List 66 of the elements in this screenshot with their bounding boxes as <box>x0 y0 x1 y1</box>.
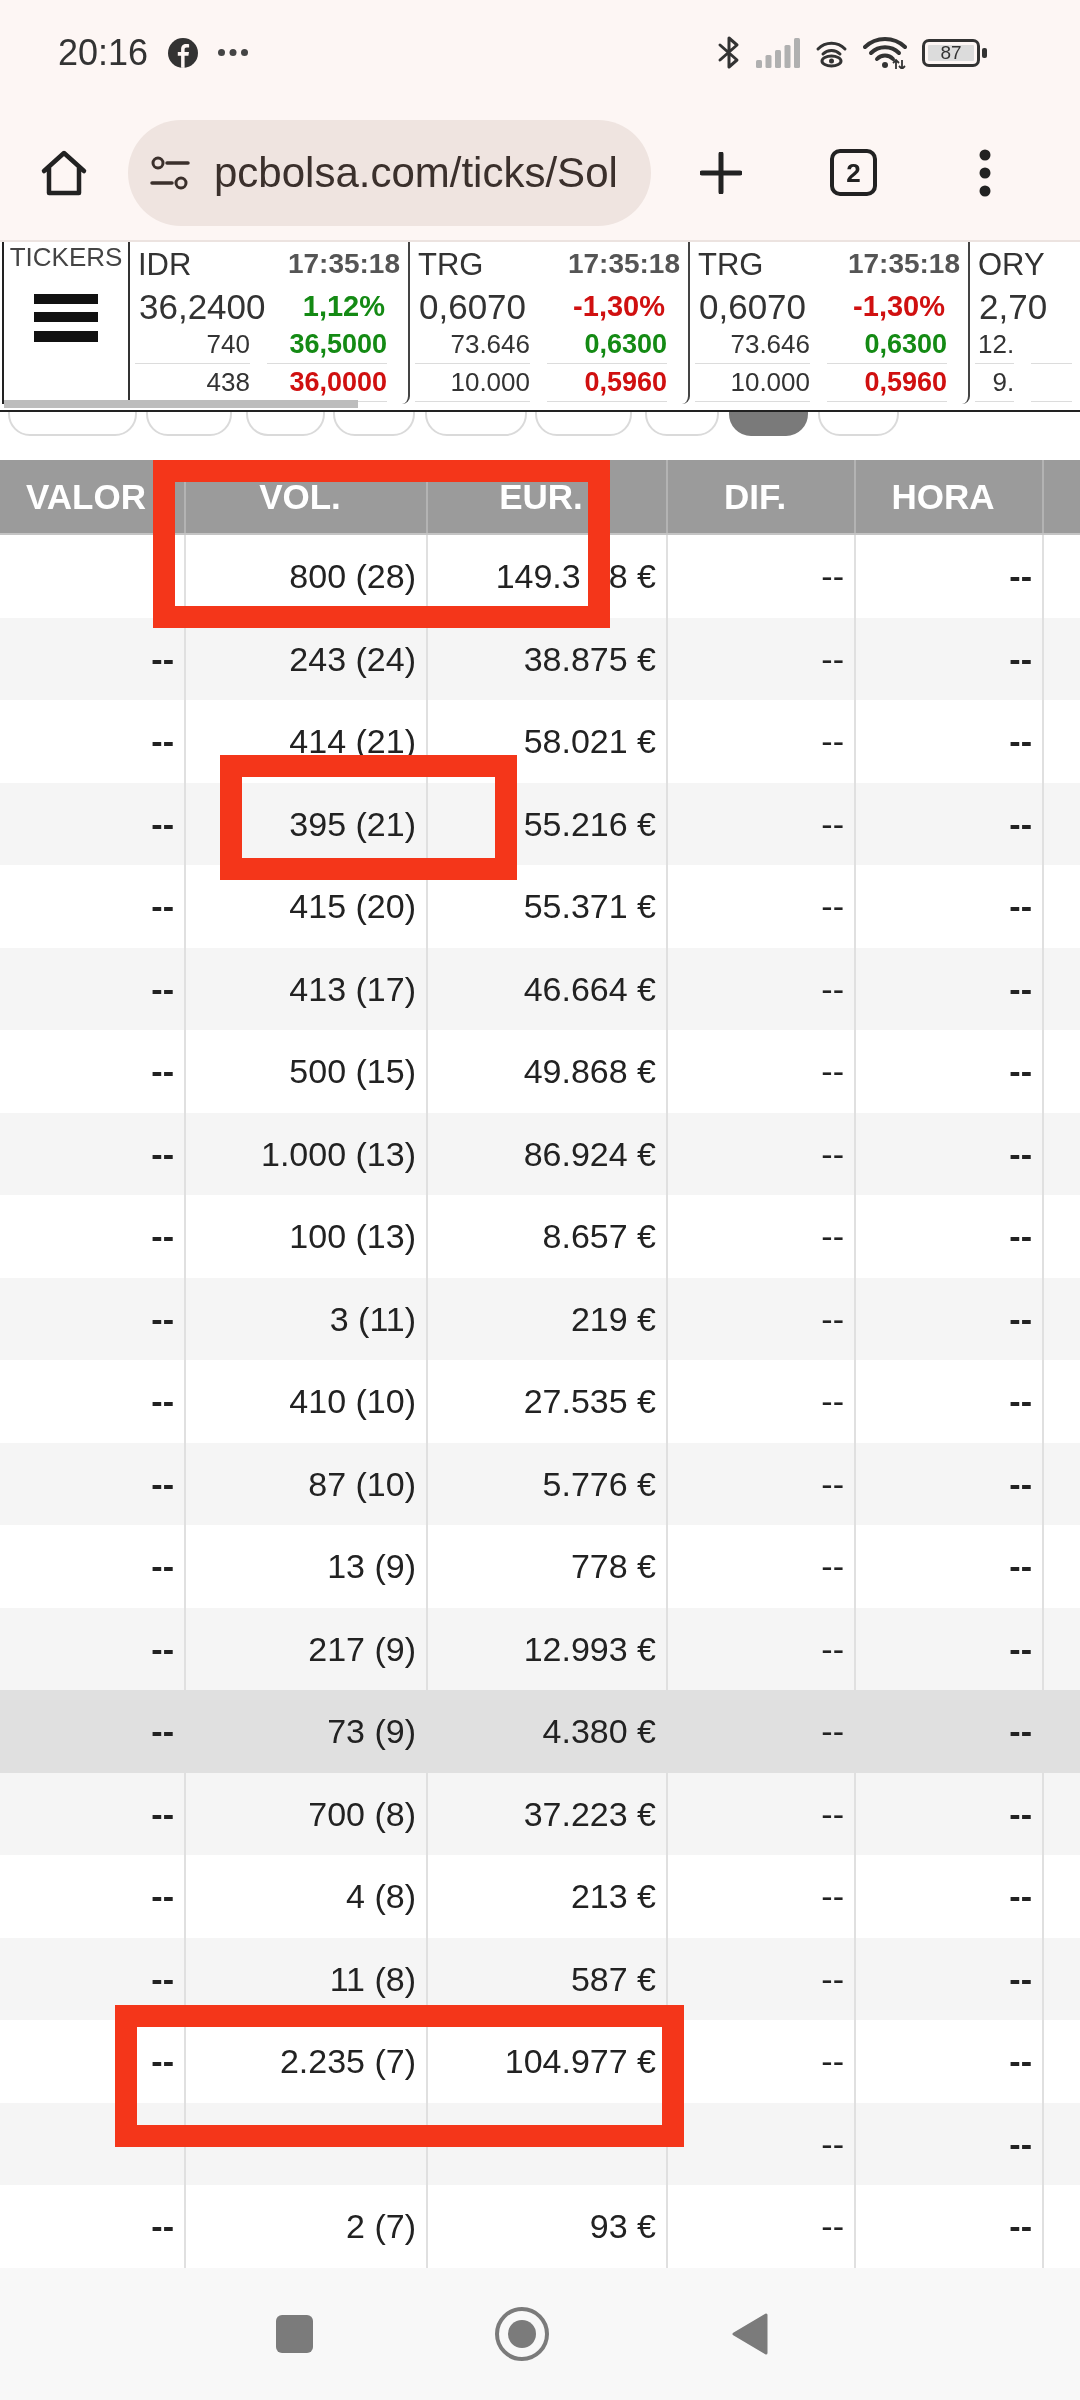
ticker-level-price: 0,6300 <box>547 326 667 364</box>
url-text[interactable]: pcbolsa.com/ticks/Sol <box>214 151 618 194</box>
tickers-label: TICKERS <box>9 244 123 270</box>
ticker-price: 0,6070 <box>419 288 527 324</box>
ticker-time: 17:35:18 <box>567 250 680 278</box>
ticker-change: -1,30% <box>573 291 665 321</box>
table-row[interactable]: -- 1.000 (13) 86.924 € -- -- <box>0 1112 1080 1195</box>
ticker-symbol: TRG <box>698 248 764 280</box>
table-row[interactable]: -- 413 (17) 46.664 € -- -- <box>0 947 1080 1030</box>
ticker-change: -1,30% <box>853 291 945 321</box>
table-row[interactable]: -- 243 (24) 38.875 € -- -- <box>0 617 1080 700</box>
home-circle-icon[interactable] <box>495 2306 549 2361</box>
ticker-price: 0,6070 <box>699 288 807 324</box>
table-row[interactable]: -- 700 (8) 37.223 € -- -- <box>0 1772 1080 1855</box>
ticker-price: 36,2400 <box>139 288 266 324</box>
ticker-volume: 12. <box>975 326 1015 364</box>
ticker-card[interactable]: TRG 17:35:18 0,6070 -1,30% 73.646 0,6300 10.000 0,5960 <box>410 242 690 404</box>
table-cell: 587 € <box>428 1937 668 2020</box>
table-row[interactable]: -- 217 (9) 12.993 € -- -- <box>0 1607 1080 1690</box>
ticker-volume: 9. <box>975 364 1015 402</box>
ticker-level-price: 0,5960 <box>547 364 667 402</box>
table-cell: 800 (28) <box>186 535 428 618</box>
table-cell: 11 (8) <box>186 1937 428 2020</box>
ticker-price: 2,70 <box>979 288 1048 324</box>
ticker-volume: 10.000 <box>415 364 530 402</box>
home-icon[interactable] <box>40 148 88 197</box>
signal-bars-icon <box>756 37 800 68</box>
ticker-time: 17:35:18 <box>847 250 960 278</box>
ticker-card[interactable]: TRG 17:35:18 0,6070 -1,30% 73.646 0,6300 10.000 0,5960 <box>690 242 970 404</box>
ticker-symbol: ORY <box>978 248 1045 280</box>
column-header: EUR. <box>428 460 668 533</box>
table-row[interactable]: -- 395 (21) 55.216 € -- -- <box>0 782 1080 865</box>
column-header: VALOR <box>0 460 186 533</box>
ticker-level-price: 0,6300 <box>827 326 947 364</box>
circle-f-icon <box>168 37 199 68</box>
ticker-volume: 73.646 <box>695 326 810 364</box>
column-header: DIF. <box>668 460 856 533</box>
more-dots-icon <box>218 49 249 56</box>
ticker-symbol: IDR <box>138 248 192 280</box>
ticker-volume: 73.646 <box>415 326 530 364</box>
ticker-change: 1,12% <box>302 291 385 321</box>
address-bar[interactable]: pcbolsa.com/ticks/Sol <box>128 119 651 226</box>
more-vertical-icon[interactable] <box>979 148 991 197</box>
table-row[interactable]: -- 73 (9) 4.380 € -- -- <box>0 1690 1080 1773</box>
ticker-time: 17:35:18 <box>287 250 400 278</box>
table-row[interactable]: -- 87 (10) 5.776 € -- -- <box>0 1442 1080 1525</box>
plus-icon[interactable] <box>700 151 742 194</box>
menu-icon[interactable] <box>34 294 98 342</box>
table-row[interactable]: -- 3 (11) 219 € -- -- <box>0 1277 1080 1360</box>
bluetooth-icon <box>717 35 741 70</box>
ticker-level-price: 36,5000 <box>267 326 387 364</box>
cell-text: 8 € <box>608 559 656 594</box>
ticker-volume: 740 <box>135 326 250 364</box>
ticker-symbol: TRG <box>418 248 484 280</box>
wifi-icon <box>863 36 907 69</box>
ticker-level-price: 0,5960 <box>827 364 947 402</box>
cell-text: 149.3 <box>495 559 581 594</box>
square-icon[interactable] <box>276 2314 313 2353</box>
tab-count-button[interactable]: 2 <box>830 149 877 196</box>
battery-indicator: 87 <box>922 38 988 67</box>
column-header: VOL. <box>186 460 428 533</box>
clock-time: 20:16 <box>58 34 149 71</box>
column-header: HORA <box>856 460 1044 533</box>
back-icon[interactable] <box>731 2311 769 2356</box>
ticker-volume: 10.000 <box>695 364 810 402</box>
site-settings-icon[interactable] <box>150 155 190 190</box>
